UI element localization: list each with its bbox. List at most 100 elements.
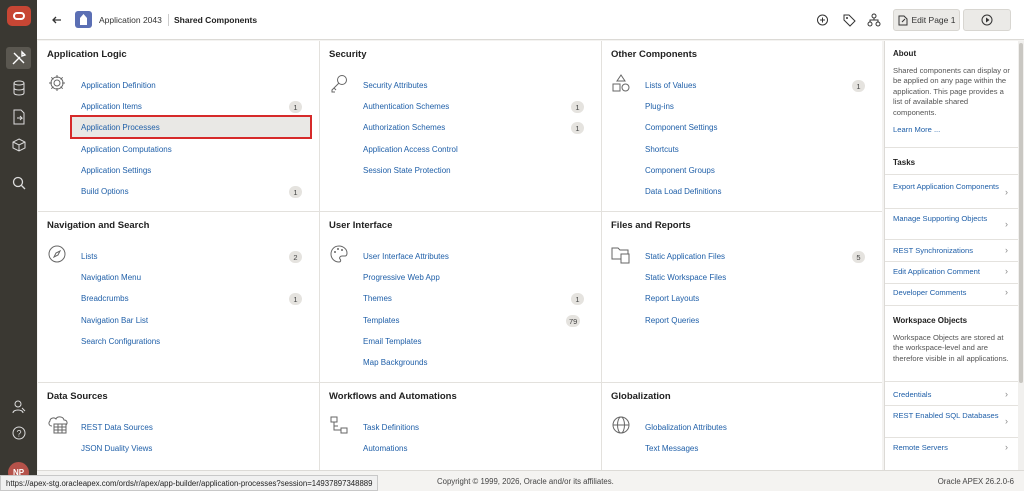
link-globalization-attributes[interactable]: Globalization Attributes [645, 423, 727, 432]
about-text: Shared components can display or be appl… [893, 66, 1010, 117]
run-page-button[interactable] [963, 9, 1011, 31]
divider [885, 437, 1019, 438]
divider [885, 283, 1019, 284]
link-security-attributes[interactable]: Security Attributes [363, 81, 427, 90]
task-export-components[interactable]: Export Application Components [893, 182, 1005, 192]
hierarchy-icon[interactable] [866, 12, 882, 28]
link-remote-servers[interactable]: Remote Servers [893, 443, 1005, 453]
card-title: Other Components [611, 49, 698, 60]
link-application-access-control[interactable]: Application Access Control [363, 145, 458, 154]
scrollbar[interactable] [1018, 41, 1024, 470]
link-credentials[interactable]: Credentials [893, 390, 1005, 400]
link-search-configurations[interactable]: Search Configurations [81, 337, 160, 346]
link-rest-enabled-sql[interactable]: REST Enabled SQL Databases [893, 411, 1005, 421]
edit-page-label: Edit Page 1 [911, 15, 956, 25]
version-text: Oracle APEX 26.2.0-6 [937, 477, 1014, 486]
count-badge: 1 [571, 293, 584, 305]
link-task-definitions[interactable]: Task Definitions [363, 423, 419, 432]
link-shortcuts[interactable]: Shortcuts [645, 145, 679, 154]
link-authorization-schemes[interactable]: Authorization Schemes [363, 123, 445, 132]
link-navigation-menu[interactable]: Navigation Menu [81, 273, 141, 282]
link-session-state-protection[interactable]: Session State Protection [363, 166, 451, 175]
tasks-heading: Tasks [893, 158, 916, 167]
back-arrow-icon[interactable] [49, 11, 65, 29]
link-report-queries[interactable]: Report Queries [645, 316, 699, 325]
breadcrumb-separator [168, 14, 169, 26]
link-application-definition[interactable]: Application Definition [81, 81, 156, 90]
breadcrumb-app[interactable]: Application 2043 [99, 15, 162, 25]
card-user-interface: User Interface User Interface Attributes… [320, 212, 601, 382]
browser-status-url: https://apex-stg.oracleapex.com/ords/r/a… [0, 475, 379, 491]
link-report-layouts[interactable]: Report Layouts [645, 294, 699, 303]
count-badge: 1 [289, 101, 302, 113]
link-application-computations[interactable]: Application Computations [81, 145, 172, 154]
app-builder-icon[interactable] [6, 47, 31, 69]
gallery-icon[interactable] [6, 134, 31, 156]
link-automations[interactable]: Automations [363, 444, 407, 453]
oracle-logo-icon[interactable] [7, 6, 31, 26]
divider [885, 239, 1019, 240]
link-static-application-files[interactable]: Static Application Files [645, 252, 725, 261]
compass-icon [47, 244, 69, 266]
chevron-right-icon: › [1005, 266, 1008, 276]
link-email-templates[interactable]: Email Templates [363, 337, 422, 346]
folder-file-icon [611, 244, 633, 266]
link-lists-of-values[interactable]: Lists of Values [645, 81, 696, 90]
link-application-settings[interactable]: Application Settings [81, 166, 151, 175]
link-static-workspace-files[interactable]: Static Workspace Files [645, 273, 726, 282]
link-data-load-definitions[interactable]: Data Load Definitions [645, 187, 722, 196]
link-application-processes[interactable]: Application Processes [81, 123, 160, 132]
count-badge: 2 [289, 251, 302, 263]
card-title: Globalization [611, 391, 671, 402]
link-map-backgrounds[interactable]: Map Backgrounds [363, 358, 427, 367]
link-templates[interactable]: Templates [363, 316, 399, 325]
sql-workshop-icon[interactable] [6, 77, 31, 99]
chevron-right-icon: › [1005, 389, 1008, 399]
chevron-right-icon: › [1005, 187, 1008, 197]
link-rest-data-sources[interactable]: REST Data Sources [81, 423, 153, 432]
link-build-options[interactable]: Build Options [81, 187, 129, 196]
edit-page-button[interactable]: Edit Page 1 [893, 9, 960, 31]
card-title: Application Logic [47, 49, 127, 60]
card-files-reports: Files and Reports Static Application Fil… [602, 212, 882, 382]
left-nav-rail: ? NP [0, 0, 37, 491]
help-icon[interactable]: ? [6, 422, 31, 444]
link-breadcrumbs[interactable]: Breadcrumbs [81, 294, 129, 303]
chevron-right-icon: › [1005, 245, 1008, 255]
link-progressive-web-app[interactable]: Progressive Web App [363, 273, 440, 282]
comment-plus-icon[interactable] [814, 12, 830, 28]
tag-icon[interactable] [841, 12, 857, 28]
link-user-interface-attributes[interactable]: User Interface Attributes [363, 252, 449, 261]
task-developer-comments[interactable]: Developer Comments [893, 288, 1005, 298]
learn-more-link[interactable]: Learn More ... [893, 125, 1005, 135]
link-lists[interactable]: Lists [81, 252, 97, 261]
palette-icon [329, 244, 351, 266]
task-edit-application-comment[interactable]: Edit Application Comment [893, 267, 1005, 277]
link-navigation-bar-list[interactable]: Navigation Bar List [81, 316, 148, 325]
link-authentication-schemes[interactable]: Authentication Schemes [363, 102, 449, 111]
link-themes[interactable]: Themes [363, 294, 392, 303]
link-application-items[interactable]: Application Items [81, 102, 142, 111]
count-badge: 1 [852, 80, 865, 92]
team-dev-icon[interactable] [6, 106, 31, 128]
divider [885, 208, 1019, 209]
count-badge: 79 [566, 315, 581, 327]
right-sidebar: About Shared components can display or b… [884, 41, 1019, 470]
task-manage-supporting-objects[interactable]: Manage Supporting Objects [893, 214, 1005, 224]
link-component-groups[interactable]: Component Groups [645, 166, 715, 175]
link-json-duality-views[interactable]: JSON Duality Views [81, 444, 152, 453]
card-title: Security [329, 49, 367, 60]
card-title: Navigation and Search [47, 220, 150, 231]
count-badge: 5 [852, 251, 865, 263]
card-title: Files and Reports [611, 220, 691, 231]
task-rest-synchronizations[interactable]: REST Synchronizations [893, 246, 1005, 256]
divider [885, 147, 1019, 148]
link-text-messages[interactable]: Text Messages [645, 444, 698, 453]
cloud-table-icon [47, 415, 69, 437]
link-component-settings[interactable]: Component Settings [645, 123, 718, 132]
link-plug-ins[interactable]: Plug-ins [645, 102, 674, 111]
scrollbar-thumb[interactable] [1019, 43, 1023, 383]
workspace-user-icon[interactable] [6, 396, 31, 418]
workspace-objects-heading: Workspace Objects [893, 316, 968, 325]
search-icon[interactable] [6, 172, 31, 194]
